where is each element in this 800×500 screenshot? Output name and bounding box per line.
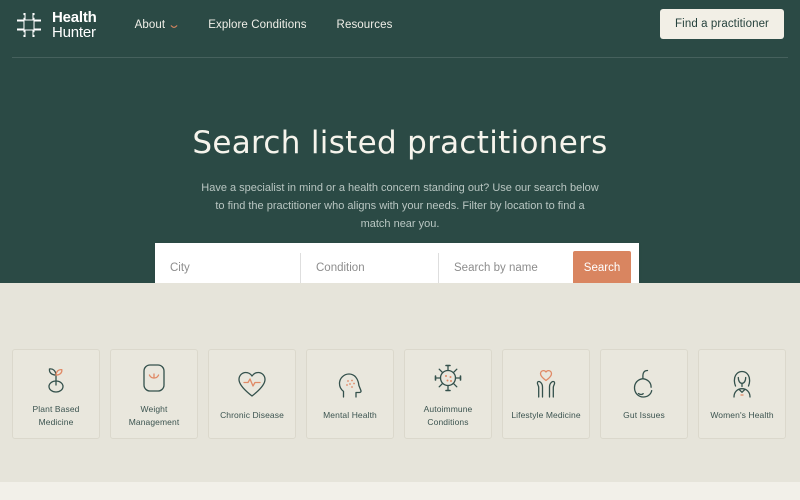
site-logo[interactable]: Health Hunter (14, 8, 97, 41)
virus-cell-icon (432, 360, 464, 396)
category-card-autoimmune-conditions[interactable]: Autoimmune Conditions (404, 349, 492, 439)
footer-strip (0, 482, 800, 500)
category-card-plant-based-medicine[interactable]: Plant Based Medicine (12, 349, 100, 439)
category-label: Autoimmune Conditions (423, 403, 473, 427)
stomach-icon (630, 366, 658, 402)
search-button[interactable]: Search (573, 251, 631, 285)
heart-pulse-icon (236, 366, 268, 402)
nav-item-label: Explore Conditions (208, 19, 307, 31)
head-mind-icon (336, 366, 364, 402)
category-card-list: Plant Based Medicine Weight Management C… (0, 283, 800, 439)
category-label: Mental Health (323, 410, 377, 421)
nav-item-label: Resources (336, 19, 393, 31)
categories-section: Plant Based Medicine Weight Management C… (0, 283, 800, 482)
top-navigation-bar: Health Hunter About Explore Conditions R… (0, 0, 800, 50)
nav-item-about[interactable]: About (135, 19, 179, 31)
nav-item-label: About (134, 19, 166, 31)
category-label: Women's Health (710, 410, 774, 421)
category-card-womens-health[interactable]: Women's Health (698, 349, 786, 439)
nav-item-resources[interactable]: Resources (337, 19, 393, 31)
category-card-lifestyle-medicine[interactable]: Lifestyle Medicine (502, 349, 590, 439)
main-nav: About Explore Conditions Resources (135, 19, 393, 31)
category-label: Plant Based Medicine (32, 403, 80, 427)
category-label: Lifestyle Medicine (511, 410, 581, 421)
city-input[interactable] (155, 253, 300, 283)
category-card-mental-health[interactable]: Mental Health (306, 349, 394, 439)
category-label: Weight Management (128, 403, 180, 427)
chevron-down-icon (170, 22, 178, 30)
nav-item-explore-conditions[interactable]: Explore Conditions (208, 19, 306, 31)
health-cross-grid-icon (14, 10, 44, 40)
category-label: Chronic Disease (220, 410, 284, 421)
hero-content: Search listed practitioners Have a speci… (0, 50, 800, 233)
logo-wordmark: Health Hunter (52, 8, 97, 41)
logo-line-1: Health (52, 8, 97, 26)
hero-section: Health Hunter About Explore Conditions R… (0, 0, 800, 293)
category-card-chronic-disease[interactable]: Chronic Disease (208, 349, 296, 439)
category-card-gut-issues[interactable]: Gut Issues (600, 349, 688, 439)
logo-line-2: Hunter (52, 24, 96, 41)
hero-subtitle: Have a specialist in mind or a health co… (201, 182, 599, 231)
find-practitioner-button[interactable]: Find a practitioner (660, 9, 784, 39)
woman-figure-icon (728, 366, 756, 402)
plant-seedling-icon (41, 360, 71, 396)
category-label: Gut Issues (623, 410, 665, 421)
search-by-name-input[interactable] (438, 253, 573, 283)
page-title: Search listed practitioners (192, 125, 608, 161)
condition-input[interactable] (300, 253, 438, 283)
category-card-weight-management[interactable]: Weight Management (110, 349, 198, 439)
weight-scale-icon (140, 360, 168, 396)
hands-heart-icon (531, 366, 561, 402)
header-divider (12, 57, 788, 58)
